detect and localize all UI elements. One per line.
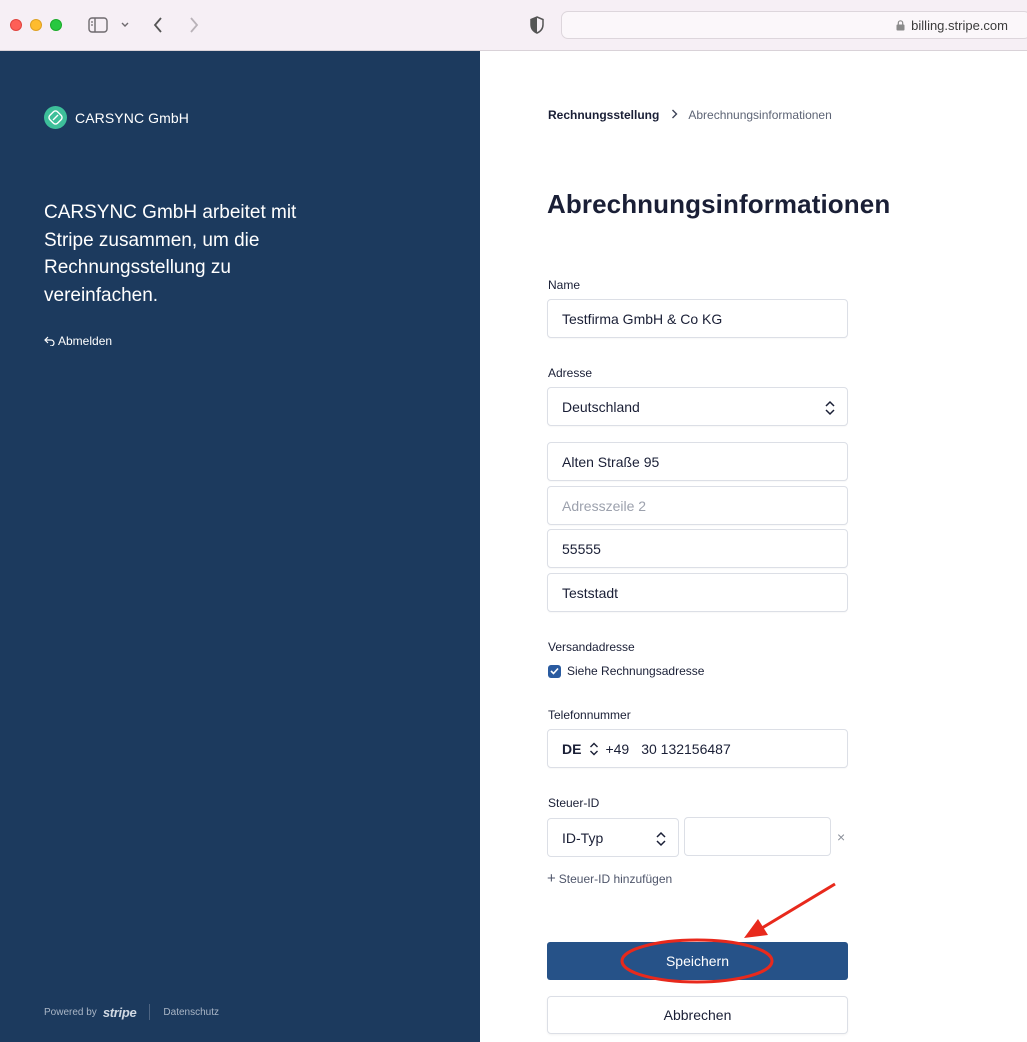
address-label: Adresse	[548, 366, 593, 380]
address-line2-input[interactable]: Adresszeile 2	[547, 486, 848, 525]
lock-icon	[896, 19, 905, 30]
address-line1-input[interactable]: Alten Straße 95	[547, 442, 848, 481]
name-label: Name	[548, 278, 581, 292]
save-button[interactable]: Speichern	[547, 942, 848, 980]
phone-input[interactable]: DE +49 30 132156487	[547, 729, 848, 768]
return-arrow-icon	[44, 336, 55, 346]
add-tax-id-link[interactable]: + Steuer-ID hinzufügen	[547, 870, 673, 887]
tax-id-type-select[interactable]: ID-Typ	[547, 818, 679, 857]
shipping-label: Versandadresse	[548, 640, 635, 654]
postal-code-value: 55555	[562, 540, 601, 557]
chevron-right-icon	[671, 108, 678, 122]
billing-form-panel: Rechnungsstellung Abrechnungsinformation…	[480, 51, 1027, 1042]
address-bar[interactable]: billing.stripe.com	[561, 11, 1027, 39]
page-title: Abrechnungsinformationen	[547, 189, 891, 219]
tax-id-input[interactable]	[684, 817, 831, 856]
merchant-logo-icon	[44, 106, 67, 129]
merchant-sidebar: CARSYNC GmbH CARSYNC GmbH arbeitet mit S…	[0, 51, 480, 1042]
tax-id-label: Steuer-ID	[548, 796, 600, 810]
phone-prefix: +49	[605, 740, 630, 757]
merchant-tagline: CARSYNC GmbH arbeitet mit Stripe zusamme…	[44, 202, 297, 306]
breadcrumb-parent-link[interactable]: Rechnungsstellung	[548, 108, 659, 122]
url-text: billing.stripe.com	[911, 17, 1008, 33]
browser-toolbar: billing.stripe.com	[0, 0, 1027, 51]
select-arrows-icon[interactable]	[589, 742, 599, 756]
powered-by-text: Powered by	[44, 1006, 97, 1018]
tax-id-type-value: ID-Typ	[562, 829, 604, 846]
sidebar-toggle-icon[interactable]	[86, 13, 110, 37]
country-select[interactable]: Deutschland	[547, 387, 848, 426]
name-input[interactable]: Testfirma GmbH & Co KG	[547, 299, 848, 338]
merchant-name: CARSYNC GmbH	[75, 109, 189, 126]
country-value: Deutschland	[562, 398, 640, 415]
cancel-button[interactable]: Abbrechen	[547, 996, 848, 1034]
footer-divider	[149, 1004, 151, 1020]
shipping-same-checkbox[interactable]	[548, 664, 561, 678]
sidebar-footer: Powered by stripe Datenschutz	[44, 1004, 219, 1020]
minimize-window-button[interactable]	[30, 19, 42, 31]
add-tax-id-label: Steuer-ID hinzufügen	[558, 872, 673, 886]
privacy-link[interactable]: Datenschutz	[163, 1007, 219, 1018]
phone-label: Telefonnummer	[548, 708, 631, 722]
back-arrow-icon[interactable]	[148, 13, 168, 37]
city-input[interactable]: Teststadt	[547, 573, 848, 612]
phone-country-code[interactable]: DE	[562, 741, 581, 757]
address-line1-value: Alten Straße 95	[562, 453, 660, 470]
plus-icon: +	[547, 870, 556, 887]
privacy-shield-icon[interactable]	[526, 13, 548, 37]
logout-link[interactable]: Abmelden	[44, 334, 112, 348]
name-value: Testfirma GmbH & Co KG	[562, 310, 723, 327]
select-arrows-icon	[656, 831, 666, 847]
zoom-window-button[interactable]	[50, 19, 62, 31]
select-arrows-icon	[825, 400, 835, 416]
address-line2-placeholder: Adresszeile 2	[562, 497, 647, 514]
shipping-same-row[interactable]: Siehe Rechnungsadresse	[548, 664, 704, 678]
forward-arrow-icon[interactable]	[184, 13, 204, 37]
city-value: Teststadt	[562, 584, 619, 601]
logout-label: Abmelden	[58, 334, 113, 348]
merchant-brand: CARSYNC GmbH	[44, 106, 189, 129]
chevron-down-icon[interactable]	[118, 13, 132, 37]
phone-number-value: 30 132156487	[641, 740, 731, 757]
breadcrumb: Rechnungsstellung Abrechnungsinformation…	[548, 108, 832, 122]
checkmark-icon	[550, 667, 559, 675]
breadcrumb-current: Abrechnungsinformationen	[688, 108, 832, 122]
stripe-logo[interactable]: stripe	[103, 1005, 137, 1020]
shipping-same-label: Siehe Rechnungsadresse	[567, 664, 705, 678]
close-window-button[interactable]	[10, 19, 22, 31]
postal-code-input[interactable]: 55555	[547, 529, 848, 568]
remove-tax-id-icon[interactable]: ×	[837, 830, 845, 844]
